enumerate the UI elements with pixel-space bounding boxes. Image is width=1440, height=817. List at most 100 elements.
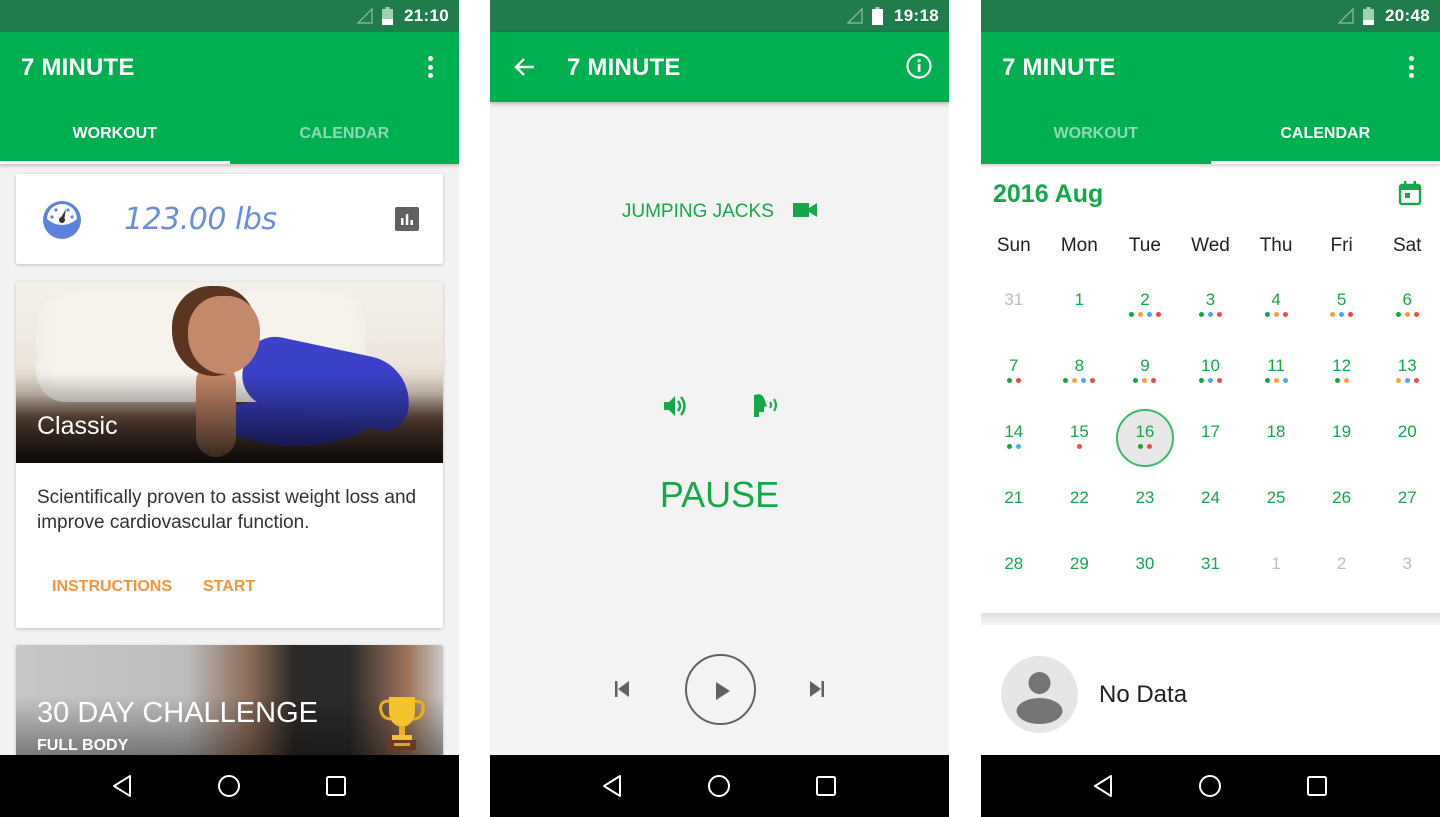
calendar-day[interactable]: 4 bbox=[1243, 266, 1309, 332]
calendar-today-icon[interactable] bbox=[1397, 180, 1423, 206]
day-number: 19 bbox=[1332, 422, 1352, 441]
calendar-day[interactable]: 1 bbox=[1047, 266, 1113, 332]
gauge-icon bbox=[43, 201, 81, 239]
calendar-day[interactable]: 6 bbox=[1374, 266, 1440, 332]
calendar-day[interactable]: 19 bbox=[1309, 398, 1375, 464]
tab-workout[interactable]: WORKOUT bbox=[981, 102, 1211, 164]
day-number: 9 bbox=[1140, 356, 1150, 375]
calendar-day[interactable]: 10 bbox=[1178, 332, 1244, 398]
tab-calendar[interactable]: CALENDAR bbox=[230, 102, 460, 164]
calendar-day[interactable]: 26 bbox=[1309, 464, 1375, 530]
system-nav-bar bbox=[490, 755, 949, 817]
back-triangle-icon[interactable] bbox=[110, 773, 136, 799]
calendar-day[interactable]: 3 bbox=[1374, 530, 1440, 596]
calendar-day[interactable]: 31 bbox=[981, 266, 1047, 332]
workout-dot-blue bbox=[1207, 378, 1213, 383]
back-triangle-icon[interactable] bbox=[600, 773, 626, 799]
tab-bar: WORKOUT CALENDAR bbox=[981, 102, 1440, 164]
day-number: 29 bbox=[1069, 554, 1089, 573]
info-icon[interactable] bbox=[905, 52, 933, 80]
tab-calendar[interactable]: CALENDAR bbox=[1210, 102, 1440, 164]
workout-dots bbox=[1112, 444, 1178, 449]
play-icon bbox=[716, 682, 730, 700]
start-button[interactable]: START bbox=[203, 578, 255, 596]
instructions-button[interactable]: INSTRUCTIONS bbox=[52, 578, 172, 596]
workout-dot-orange bbox=[1273, 378, 1279, 383]
calendar-day-selected[interactable]: 16 bbox=[1112, 398, 1178, 467]
calendar-day[interactable]: 3 bbox=[1178, 266, 1244, 332]
bar-chart-icon[interactable] bbox=[395, 207, 419, 231]
recents-square-icon[interactable] bbox=[1304, 773, 1330, 799]
weight-card[interactable]: 123.00 lbs bbox=[16, 174, 443, 264]
calendar-month-label[interactable]: 2016 Aug bbox=[993, 180, 1103, 209]
day-number: 27 bbox=[1397, 488, 1417, 507]
voice-icon[interactable] bbox=[751, 392, 781, 420]
workout-dot-green bbox=[1264, 378, 1270, 383]
calendar-day[interactable]: 12 bbox=[1309, 332, 1375, 398]
calendar-day[interactable]: 27 bbox=[1374, 464, 1440, 530]
workout-dot-red bbox=[1413, 312, 1419, 317]
home-circle-icon[interactable] bbox=[216, 773, 242, 799]
calendar-day[interactable]: 21 bbox=[981, 464, 1047, 530]
calendar-day[interactable]: 13 bbox=[1374, 332, 1440, 398]
calendar-grid: 31 1 2 3 4 5 6 7 8 9 10 11 12 13 14 15 16 17 18 19 20 21 22 23 2… bbox=[981, 266, 1440, 596]
challenge-card[interactable]: 30 DAY CHALLENGE FULL BODY bbox=[16, 645, 443, 765]
workout-dots bbox=[981, 378, 1047, 383]
volume-icon[interactable] bbox=[661, 392, 689, 420]
calendar-day[interactable]: 29 bbox=[1047, 530, 1113, 596]
calendar-day[interactable]: 15 bbox=[1047, 398, 1113, 464]
recents-square-icon[interactable] bbox=[813, 773, 839, 799]
tab-workout[interactable]: WORKOUT bbox=[0, 102, 230, 164]
calendar-day[interactable]: 22 bbox=[1047, 464, 1113, 530]
calendar-day[interactable]: 1 bbox=[1243, 530, 1309, 596]
calendar-day[interactable]: 17 bbox=[1178, 398, 1244, 464]
workout-dots bbox=[1112, 312, 1178, 317]
calendar-day[interactable]: 18 bbox=[1243, 398, 1309, 464]
calendar-day[interactable]: 25 bbox=[1243, 464, 1309, 530]
video-camera-icon[interactable] bbox=[793, 202, 818, 218]
day-number: 30 bbox=[1135, 554, 1155, 573]
workout-dot-red bbox=[1090, 378, 1096, 383]
home-circle-icon[interactable] bbox=[1197, 773, 1223, 799]
workout-dot-orange bbox=[1137, 312, 1143, 317]
day-number: 16 bbox=[1135, 422, 1155, 441]
calendar-day[interactable]: 30 bbox=[1112, 530, 1178, 596]
workout-dots bbox=[981, 444, 1047, 449]
calendar-day[interactable]: 14 bbox=[981, 398, 1047, 464]
day-number: 15 bbox=[1069, 422, 1089, 441]
recents-square-icon[interactable] bbox=[323, 773, 349, 799]
app-bar: 7 MINUTE bbox=[0, 32, 459, 102]
calendar-day[interactable]: 20 bbox=[1374, 398, 1440, 464]
calendar-day[interactable]: 11 bbox=[1243, 332, 1309, 398]
status-bar: 19:18 bbox=[490, 0, 949, 32]
calendar-day[interactable]: 2 bbox=[1309, 530, 1375, 596]
app-bar: 7 MINUTE bbox=[981, 32, 1440, 102]
skip-previous-icon[interactable] bbox=[612, 680, 632, 698]
workout-dot-green bbox=[1198, 378, 1204, 383]
calendar-day[interactable]: 5 bbox=[1309, 266, 1375, 332]
calendar-day[interactable]: 31 bbox=[1178, 530, 1244, 596]
overflow-menu-icon[interactable] bbox=[419, 54, 441, 80]
calendar-day[interactable]: 28 bbox=[981, 530, 1047, 596]
calendar-day[interactable]: 7 bbox=[981, 332, 1047, 398]
workout-dots bbox=[1309, 312, 1375, 317]
classic-workout-card[interactable]: Classic Scientifically proven to assist … bbox=[16, 282, 443, 628]
overflow-menu-icon[interactable] bbox=[1400, 54, 1422, 80]
pause-label[interactable]: PAUSE bbox=[490, 474, 949, 516]
workout-dot-green bbox=[1133, 378, 1139, 383]
arrow-back-icon[interactable] bbox=[512, 54, 538, 80]
calendar-day[interactable]: 23 bbox=[1112, 464, 1178, 530]
back-triangle-icon[interactable] bbox=[1091, 773, 1117, 799]
skip-next-icon[interactable] bbox=[807, 680, 827, 698]
calendar-day[interactable]: 24 bbox=[1178, 464, 1244, 530]
calendar-day[interactable]: 2 bbox=[1112, 266, 1178, 332]
play-button[interactable] bbox=[685, 654, 756, 725]
status-time: 19:18 bbox=[894, 6, 939, 25]
workout-dot-orange bbox=[1343, 378, 1349, 383]
calendar-day[interactable]: 9 bbox=[1112, 332, 1178, 398]
battery-icon bbox=[382, 7, 393, 25]
home-circle-icon[interactable] bbox=[706, 773, 732, 799]
weekday-label: Thu bbox=[1259, 235, 1293, 256]
calendar-day[interactable]: 8 bbox=[1047, 332, 1113, 398]
workout-dot-orange bbox=[1395, 378, 1401, 383]
